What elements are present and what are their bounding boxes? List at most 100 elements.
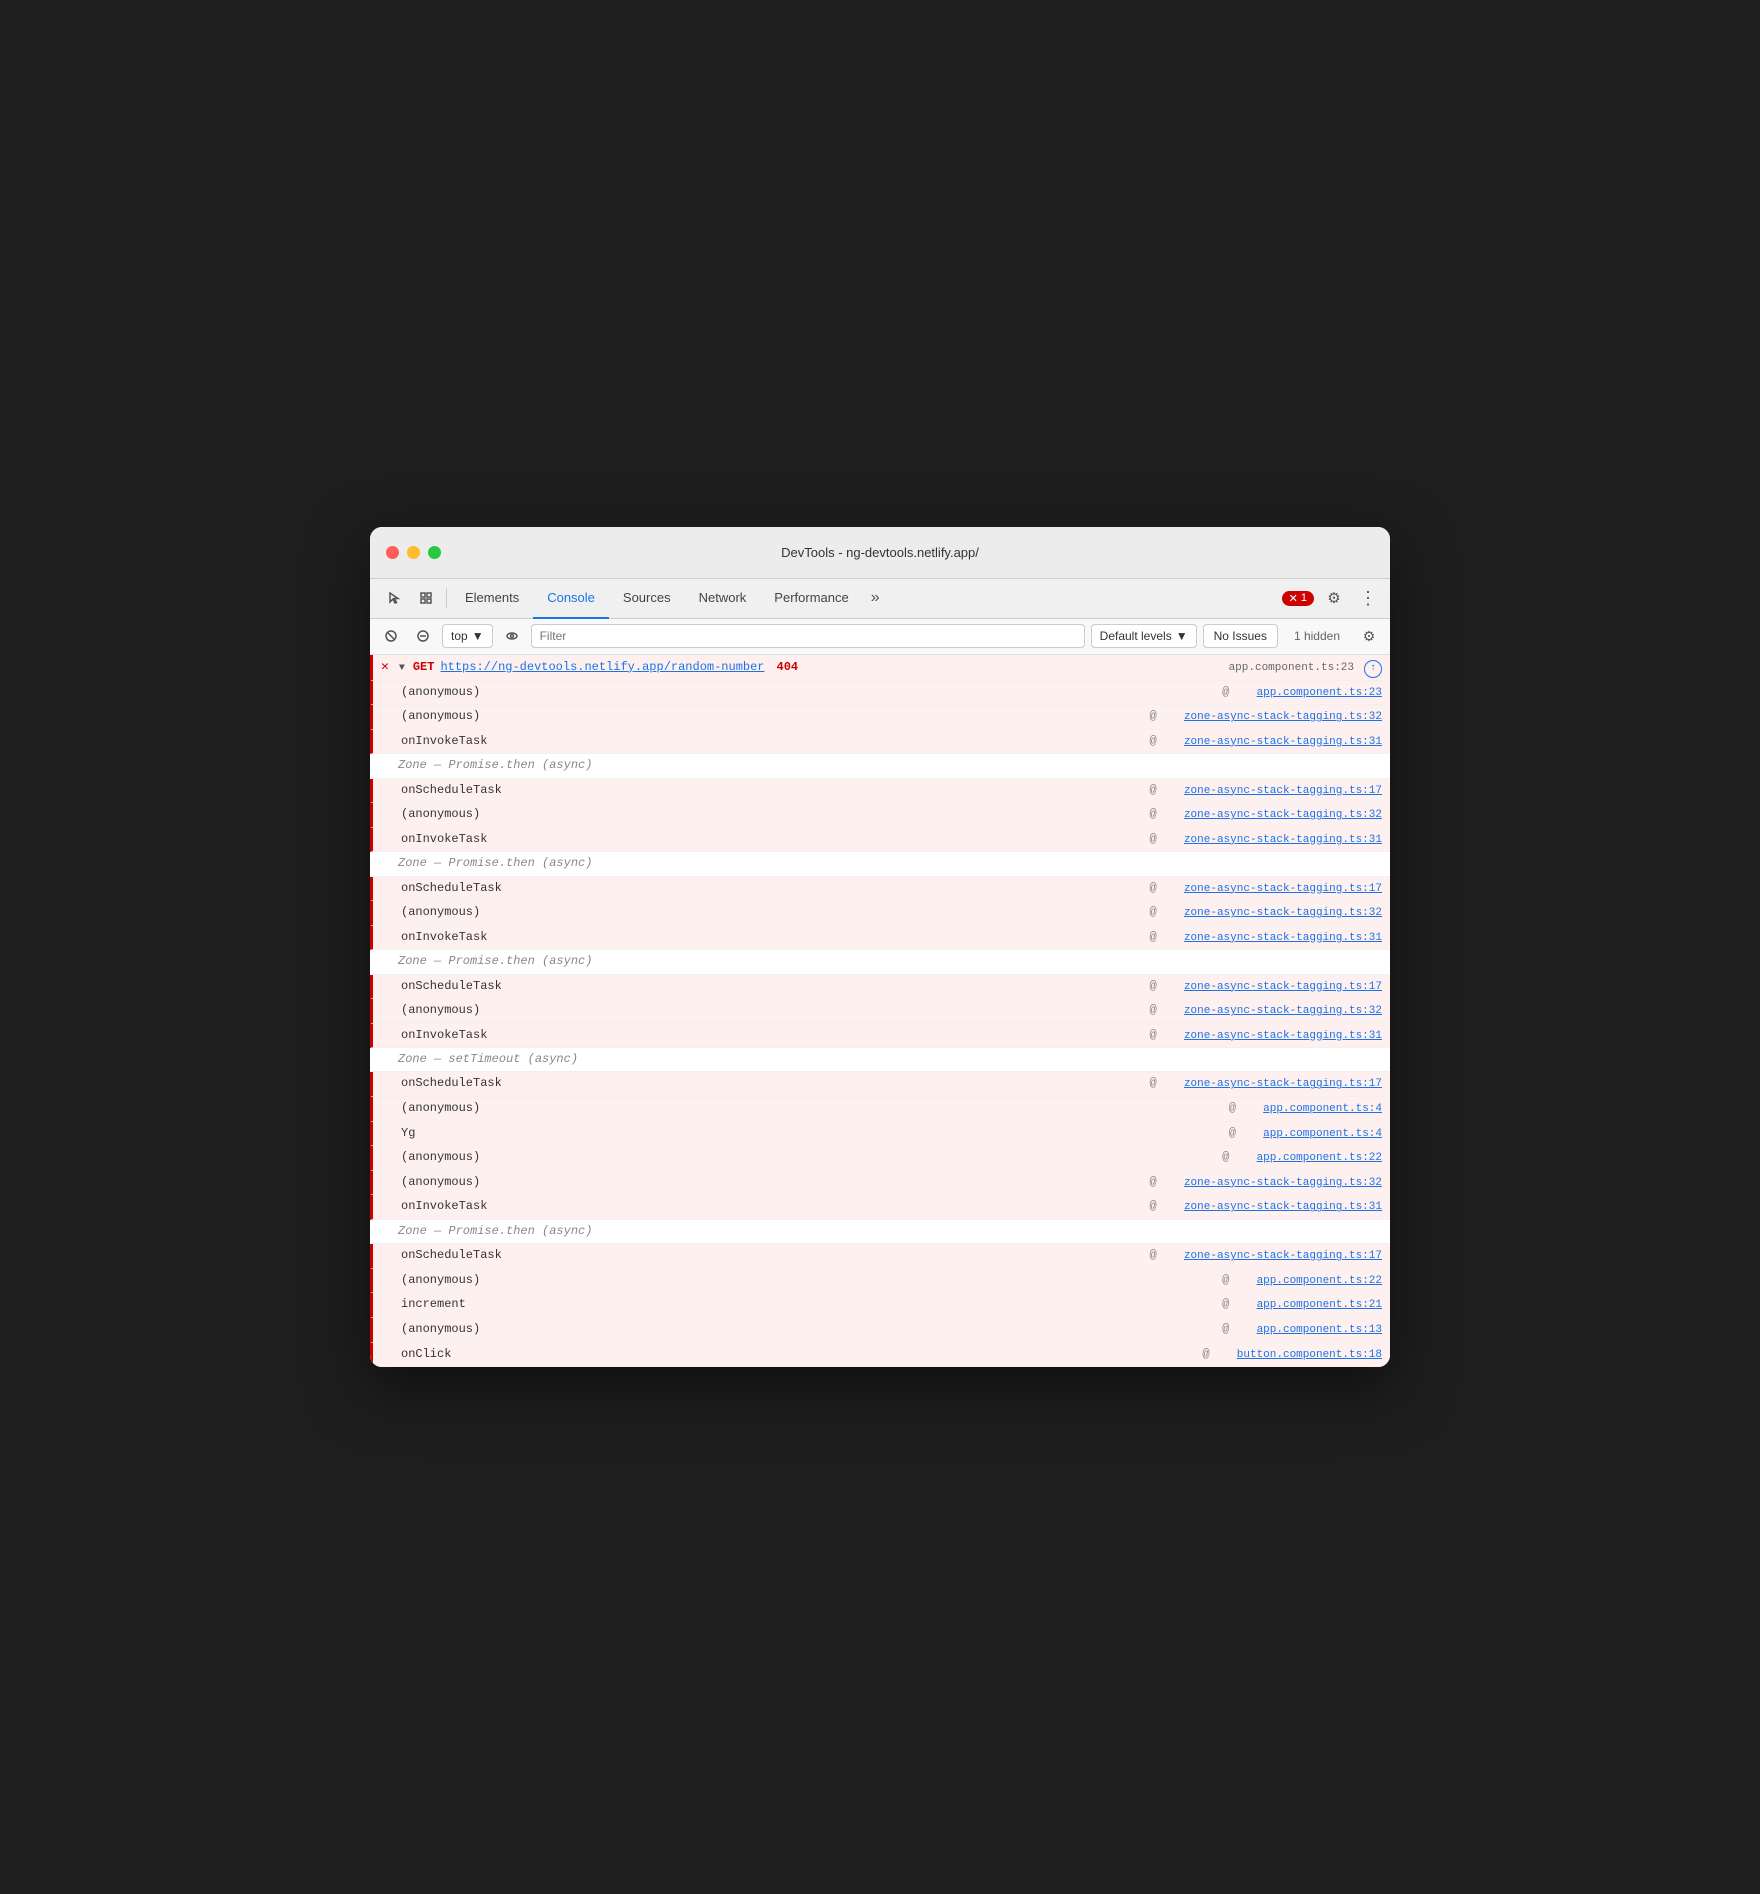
source-link[interactable]: zone-async-stack-tagging.ts:32: [1164, 1177, 1382, 1189]
tab-performance[interactable]: Performance: [760, 579, 862, 619]
function-name: (anonymous): [401, 1271, 480, 1290]
minimize-button[interactable]: [407, 546, 420, 559]
at-sign: @: [1150, 979, 1164, 993]
more-tabs-button[interactable]: »: [863, 578, 888, 618]
function-name: (anonymous): [401, 1173, 480, 1192]
clear-console-button[interactable]: [378, 623, 404, 649]
cursor-icon[interactable]: [378, 582, 410, 614]
source-link[interactable]: app.component.ts:22: [1237, 1275, 1382, 1287]
function-name: onInvokeTask: [401, 1026, 487, 1045]
function-name: onScheduleTask: [401, 879, 502, 898]
function-name: (anonymous): [401, 805, 480, 824]
tab-network[interactable]: Network: [685, 579, 761, 619]
function-name: onInvokeTask: [401, 928, 487, 947]
at-sign: @: [1150, 881, 1164, 895]
source-link[interactable]: zone-async-stack-tagging.ts:32: [1164, 809, 1382, 821]
error-count-badge[interactable]: ✕ 1: [1282, 591, 1314, 606]
source-link[interactable]: app.component.ts:22: [1237, 1152, 1382, 1164]
more-options-button[interactable]: ⋮: [1354, 584, 1382, 612]
at-sign: @: [1150, 1175, 1164, 1189]
source-link[interactable]: zone-async-stack-tagging.ts:17: [1164, 1250, 1382, 1262]
inspect-icon[interactable]: [410, 582, 442, 614]
chevron-icon: ▼: [399, 661, 405, 677]
function-name: (anonymous): [401, 1001, 480, 1020]
source-link[interactable]: zone-async-stack-tagging.ts:17: [1164, 1078, 1382, 1090]
http-method: GET: [413, 658, 435, 677]
at-sign: @: [1150, 1199, 1164, 1213]
tab-elements[interactable]: Elements: [451, 579, 533, 619]
error-url[interactable]: https://ng-devtools.netlify.app/random-n…: [440, 658, 764, 677]
tab-console[interactable]: Console: [533, 579, 609, 619]
source-link[interactable]: app.component.ts:21: [1237, 1299, 1382, 1311]
console-row: (anonymous) @ app.component.ts:22: [370, 1146, 1390, 1171]
at-sign: @: [1150, 1028, 1164, 1042]
function-name: onScheduleTask: [401, 1246, 502, 1265]
source-link[interactable]: button.component.ts:18: [1217, 1349, 1382, 1361]
source-link[interactable]: app.component.ts:13: [1237, 1324, 1382, 1336]
close-button[interactable]: [386, 546, 399, 559]
at-sign: @: [1150, 807, 1164, 821]
at-sign: @: [1229, 1126, 1243, 1140]
window-title: DevTools - ng-devtools.netlify.app/: [781, 545, 979, 560]
source-link[interactable]: app.component.ts:4: [1243, 1103, 1382, 1115]
at-sign: @: [1222, 1150, 1236, 1164]
console-row: (anonymous) @ zone-async-stack-tagging.t…: [370, 999, 1390, 1024]
console-row: onScheduleTask @ zone-async-stack-taggin…: [370, 975, 1390, 1000]
async-label: Zone — Promise.then (async): [398, 1222, 592, 1241]
console-row: onInvokeTask @ zone-async-stack-tagging.…: [370, 730, 1390, 755]
maximize-button[interactable]: [428, 546, 441, 559]
async-label: Zone — setTimeout (async): [398, 1050, 578, 1069]
function-name: (anonymous): [401, 1148, 480, 1167]
source-link[interactable]: zone-async-stack-tagging.ts:32: [1164, 1005, 1382, 1017]
devtools-tab-bar: Elements Console Sources Network Perform…: [370, 579, 1390, 619]
at-sign: @: [1150, 930, 1164, 944]
function-name: (anonymous): [401, 1320, 480, 1339]
at-sign: @: [1150, 709, 1164, 723]
function-name: onInvokeTask: [401, 830, 487, 849]
filter-input[interactable]: [531, 624, 1085, 648]
eye-icon[interactable]: [499, 623, 525, 649]
async-label: Zone — Promise.then (async): [398, 756, 592, 775]
console-row: onInvokeTask @ zone-async-stack-tagging.…: [370, 1024, 1390, 1049]
error-icon: ✕: [381, 657, 389, 678]
source-location[interactable]: app.component.ts:23: [1209, 660, 1354, 678]
function-name: onScheduleTask: [401, 977, 502, 996]
console-row: (anonymous) @ app.component.ts:13: [370, 1318, 1390, 1343]
settings-button[interactable]: ⚙: [1320, 584, 1348, 612]
title-bar: DevTools - ng-devtools.netlify.app/: [370, 527, 1390, 579]
source-link[interactable]: zone-async-stack-tagging.ts:31: [1164, 834, 1382, 846]
source-link[interactable]: zone-async-stack-tagging.ts:31: [1164, 932, 1382, 944]
source-link[interactable]: zone-async-stack-tagging.ts:31: [1164, 736, 1382, 748]
at-sign: @: [1150, 832, 1164, 846]
source-link[interactable]: app.component.ts:23: [1237, 687, 1382, 699]
console-settings-button[interactable]: ⚙: [1356, 623, 1382, 649]
source-link[interactable]: zone-async-stack-tagging.ts:31: [1164, 1201, 1382, 1213]
function-name: onInvokeTask: [401, 732, 487, 751]
source-link[interactable]: zone-async-stack-tagging.ts:31: [1164, 1030, 1382, 1042]
source-link[interactable]: zone-async-stack-tagging.ts:17: [1164, 883, 1382, 895]
network-icon[interactable]: ↑: [1364, 660, 1382, 678]
source-link[interactable]: zone-async-stack-tagging.ts:32: [1164, 711, 1382, 723]
console-row: Yg @ app.component.ts:4: [370, 1122, 1390, 1147]
source-link[interactable]: zone-async-stack-tagging.ts:17: [1164, 981, 1382, 993]
tab-sources[interactable]: Sources: [609, 579, 685, 619]
at-sign: @: [1222, 685, 1236, 699]
at-sign: @: [1150, 1003, 1164, 1017]
source-link[interactable]: app.component.ts:4: [1243, 1128, 1382, 1140]
tab-separator: [446, 588, 447, 608]
console-row: Zone — Promise.then (async): [370, 950, 1390, 974]
source-link[interactable]: zone-async-stack-tagging.ts:17: [1164, 785, 1382, 797]
levels-selector[interactable]: Default levels ▼: [1091, 624, 1197, 648]
function-name: onClick: [401, 1345, 451, 1364]
source-link[interactable]: zone-async-stack-tagging.ts:32: [1164, 907, 1382, 919]
function-name: onScheduleTask: [401, 781, 502, 800]
async-label: Zone — Promise.then (async): [398, 952, 592, 971]
console-row: Zone — Promise.then (async): [370, 1220, 1390, 1244]
console-row: onScheduleTask @ zone-async-stack-taggin…: [370, 779, 1390, 804]
console-row: onInvokeTask @ zone-async-stack-tagging.…: [370, 828, 1390, 853]
devtools-window: DevTools - ng-devtools.netlify.app/ Elem…: [370, 527, 1390, 1367]
context-selector[interactable]: top ▼: [442, 624, 493, 648]
preserve-log-button[interactable]: [410, 623, 436, 649]
issues-button[interactable]: No Issues: [1203, 624, 1278, 648]
console-row: onClick @ button.component.ts:18: [370, 1343, 1390, 1368]
